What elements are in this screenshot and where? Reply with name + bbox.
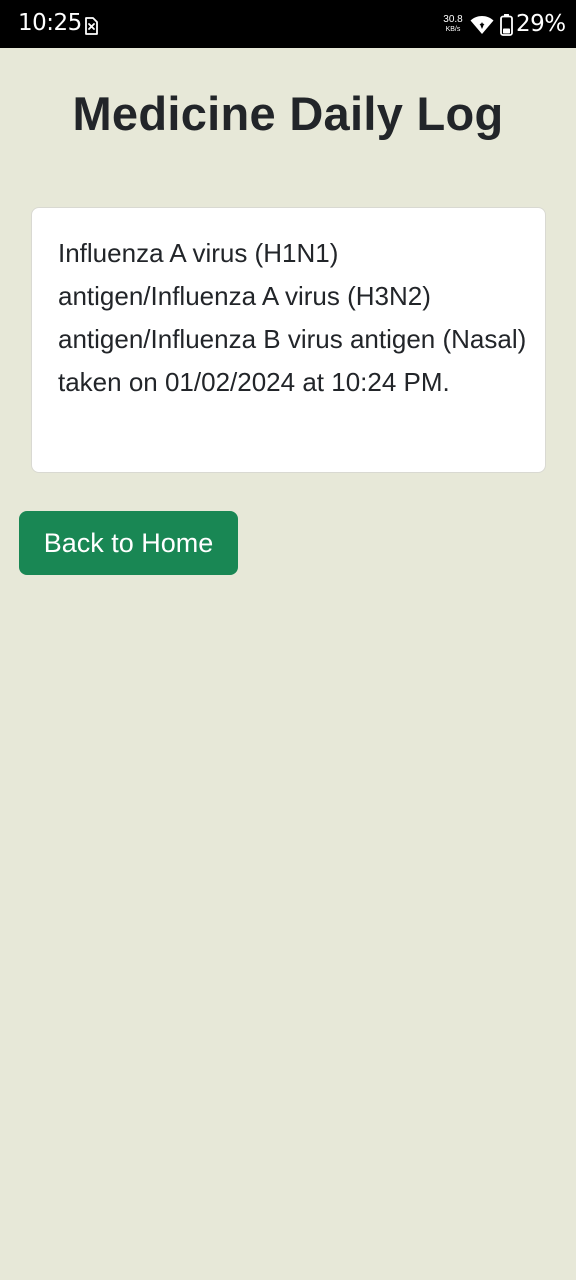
battery-icon [500, 14, 513, 36]
log-entry-card: Influenza A virus (H1N1) antigen/Influen… [31, 207, 546, 473]
log-entry-text: Influenza A virus (H1N1) antigen/Influen… [58, 238, 527, 397]
back-to-home-button[interactable]: Back to Home [19, 511, 238, 575]
page-title: Medicine Daily Log [72, 87, 504, 140]
status-bar: 10:25 30.8 KB/s 29% [0, 0, 576, 48]
wifi-icon [470, 15, 494, 35]
network-speed-value: 30.8 [443, 14, 463, 25]
network-speed: 30.8 KB/s [440, 14, 466, 34]
status-time: 10:25 [18, 10, 82, 36]
battery-percent: 29% [516, 11, 566, 37]
network-speed-unit: KB/s [445, 26, 461, 33]
sim-error-icon [82, 17, 100, 35]
